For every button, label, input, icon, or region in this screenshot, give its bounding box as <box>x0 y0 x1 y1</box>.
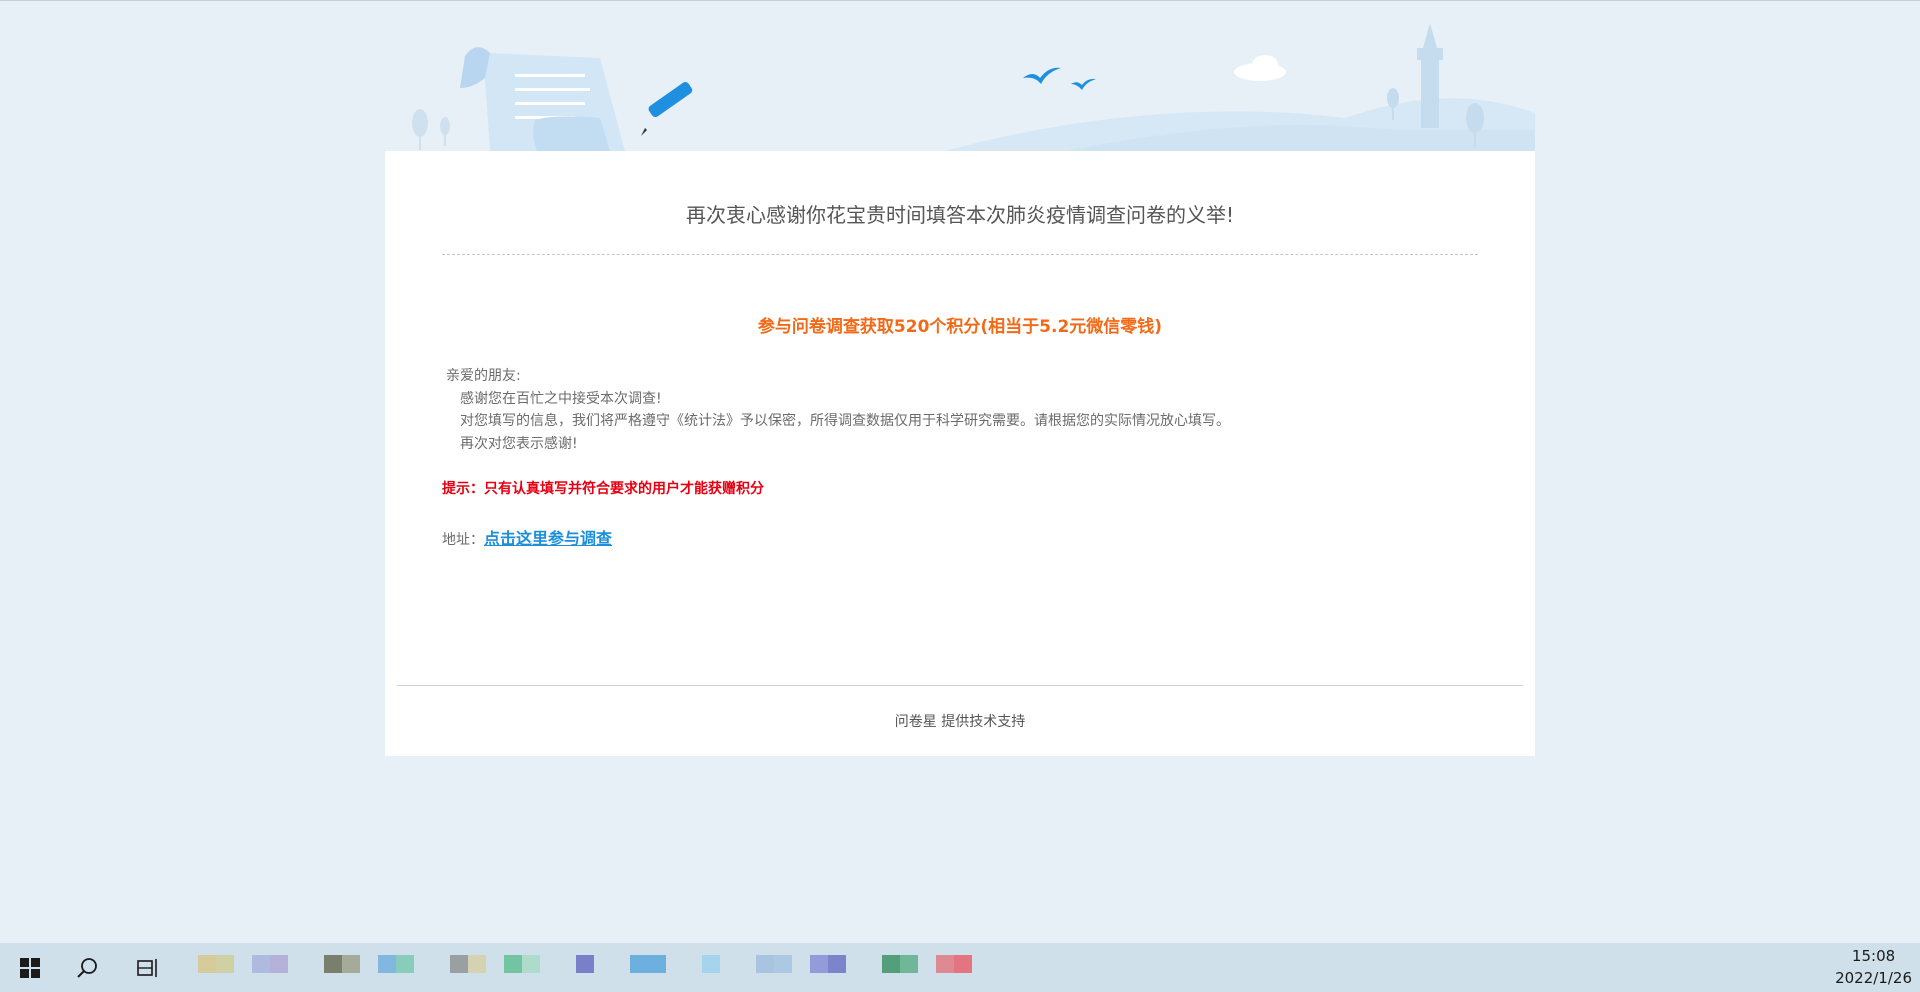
thank-you-headline: 再次衷心感谢你花宝贵时间填答本次肺炎疫情调查问卷的义举! <box>685 203 1235 227</box>
clock-time: 15:08 <box>1851 947 1896 965</box>
reward-notice: 参与问卷调查获取520个积分(相当于5.2元微信零钱) <box>757 317 1163 337</box>
search-icon[interactable] <box>64 943 112 992</box>
letter-line-1: 感谢您在百忙之中接受本次调查! <box>460 390 662 407</box>
window-top-border <box>0 0 1920 1</box>
footer-divider <box>397 685 1523 686</box>
letter-block: 亲爱的朋友: 感谢您在百忙之中接受本次调查! 对您填写的信息，我们将严格遵守《统… <box>446 365 1230 455</box>
powered-by-text: 问卷星 提供技术支持 <box>894 714 1026 730</box>
survey-completion-card: 再次衷心感谢你花宝贵时间填答本次肺炎疫情调查问卷的义举! 参与问卷调查获取520… <box>385 151 1535 756</box>
pen-icon <box>641 82 693 136</box>
letter-line-2: 对您填写的信息，我们将严格遵守《统计法》予以保密，所得调查数据仅用于科学研究需要… <box>460 413 1230 429</box>
system-clock[interactable]: 15:08 2022/1/26 <box>1835 945 1912 989</box>
banner-illustration <box>412 23 1535 151</box>
cloud-icon <box>1234 55 1286 81</box>
letter-greeting: 亲爱的朋友: <box>446 368 521 384</box>
address-label: 地址： <box>442 532 484 548</box>
scroll-paper-icon <box>460 47 625 151</box>
address-row: 地址：点击这里参与调查 <box>442 525 612 549</box>
survey-link[interactable]: 点击这里参与调查 <box>484 529 612 548</box>
windows-start-icon[interactable] <box>6 943 54 992</box>
clock-date: 2022/1/26 <box>1835 969 1912 987</box>
bird-icon <box>1023 67 1096 90</box>
taskbar: 15:08 2022/1/26 <box>0 943 1920 992</box>
taskbar-pinned-apps[interactable] <box>180 943 1000 992</box>
task-view-icon[interactable] <box>124 943 172 992</box>
hills-illustration <box>945 98 1535 151</box>
tip-notice: 提示：只有认真填写并符合要求的用户才能获赠积分 <box>442 481 764 497</box>
dashed-divider <box>442 254 1478 255</box>
letter-line-3: 再次对您表示感谢! <box>460 435 578 452</box>
